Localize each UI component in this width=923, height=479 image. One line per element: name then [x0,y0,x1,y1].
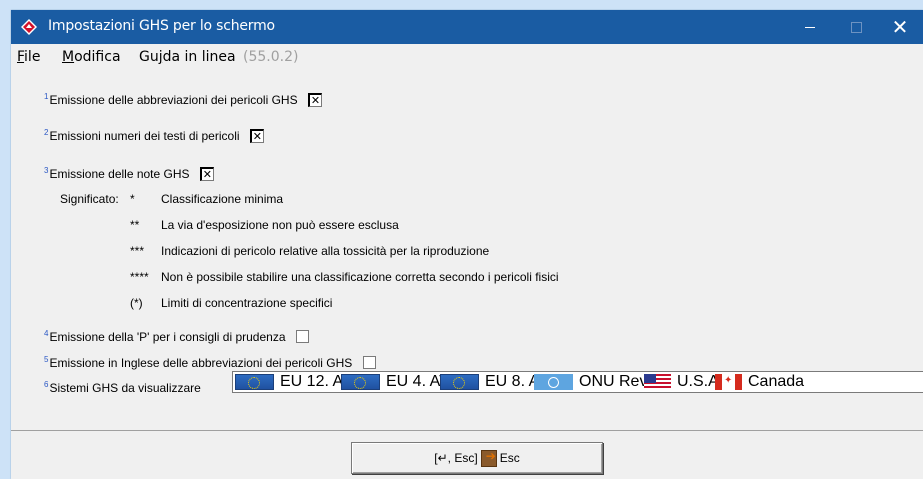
option-row-1: 1Emissione delle abbreviazioni dei peric… [44,92,322,108]
legend-symbol: **** [130,270,149,284]
option-row-4: 4Emissione della 'P' per i consigli di p… [44,329,309,344]
legend-symbol: *** [130,244,145,258]
esc-button[interactable]: [↵, Esc] Esc [351,442,603,474]
menu-bar: File Modifica Gujda in linea (55.0.2) [11,44,923,70]
ghs-system-label: Canada [748,373,805,390]
legend-text: Non è possibile stabilire una classifica… [161,270,559,284]
menu-help[interactable]: Gujda in linea [139,49,236,65]
abbreviations-checkbox[interactable]: ✕ [307,92,322,107]
footnote-number: 6 [44,380,49,389]
option-row-3: 3Emissione delle note GHS ✕ [44,166,214,182]
window-title: Impostazioni GHS per lo schermo [48,18,275,34]
option-row-5: 5Emissione in Inglese delle abbreviazion… [44,355,376,370]
ghs-notes-checkbox[interactable]: ✕ [199,166,214,181]
legend-text: Classificazione minima [161,192,284,206]
option-label: Sistemi GHS da visualizzare [49,381,201,395]
minimize-button[interactable] [787,10,833,44]
esc-button-label: Esc [499,451,520,465]
option-label: Emissioni numeri dei testi di pericoli [49,129,240,143]
english-abbreviations-checkbox[interactable] [362,356,376,370]
footnote-number: 3 [44,166,49,175]
ghs-settings-window: Impostazioni GHS per lo schermo ✕ File M… [11,10,923,479]
menu-file-rest: ile [24,49,41,65]
p-precautionary-checkbox[interactable] [295,330,309,344]
option-label: Emissione delle note GHS [49,167,190,181]
footnote-number: 5 [44,355,49,364]
legend-text: Indicazioni di pericolo relative alla to… [161,244,490,258]
minimize-icon [805,26,815,28]
canada-flag-icon [715,374,742,390]
exit-door-icon [480,449,497,467]
us-flag-icon [644,374,671,390]
un-flag-icon [534,374,573,390]
ghs-system-canada[interactable]: Canada [715,373,805,390]
eu-flag-icon [341,374,380,390]
legend-text: La via d'esposizione non può essere escl… [161,218,399,232]
hazard-text-numbers-checkbox[interactable]: ✕ [249,128,264,143]
maximize-icon [850,21,862,33]
footer-separator [11,430,923,431]
option-row-6: 6Sistemi GHS da visualizzare [44,380,201,395]
legend-symbol: ** [130,218,140,232]
eu-flag-icon [440,374,479,390]
legend-symbol: * [130,192,135,206]
menu-file[interactable]: File [17,49,40,65]
maximize-button[interactable] [833,10,879,44]
title-bar[interactable]: Impostazioni GHS per lo schermo ✕ [11,10,923,44]
option-label: Emissione delle abbreviazioni dei perico… [49,93,298,107]
legend-heading: Significato: [60,192,119,206]
version-label: (55.0.2) [243,49,299,65]
option-label: Emissione della 'P' per i consigli di pr… [49,330,286,344]
option-label: Emissione in Inglese delle abbreviazioni… [49,356,353,370]
eu-flag-icon [235,374,274,390]
app-logo-icon [21,19,37,35]
ghs-system-usa[interactable]: U.S.A. [644,373,723,390]
legend-symbol: (*) [130,296,143,310]
ghs-systems-list[interactable]: EU 12. ATP EU 4. ATP EU 8. ATP ONU Rev. … [232,371,923,393]
footnote-number: 4 [44,329,49,338]
close-icon: ✕ [891,15,909,39]
option-row-2: 2Emissioni numeri dei testi di pericoli … [44,128,264,144]
close-button[interactable]: ✕ [877,10,923,44]
esc-shortcut-keys: [↵, Esc] [434,451,478,465]
legend-text: Limiti di concentrazione specifici [161,296,333,310]
footnote-number: 1 [44,92,49,101]
footnote-number: 2 [44,128,49,137]
menu-edit[interactable]: Modifica [62,49,121,65]
